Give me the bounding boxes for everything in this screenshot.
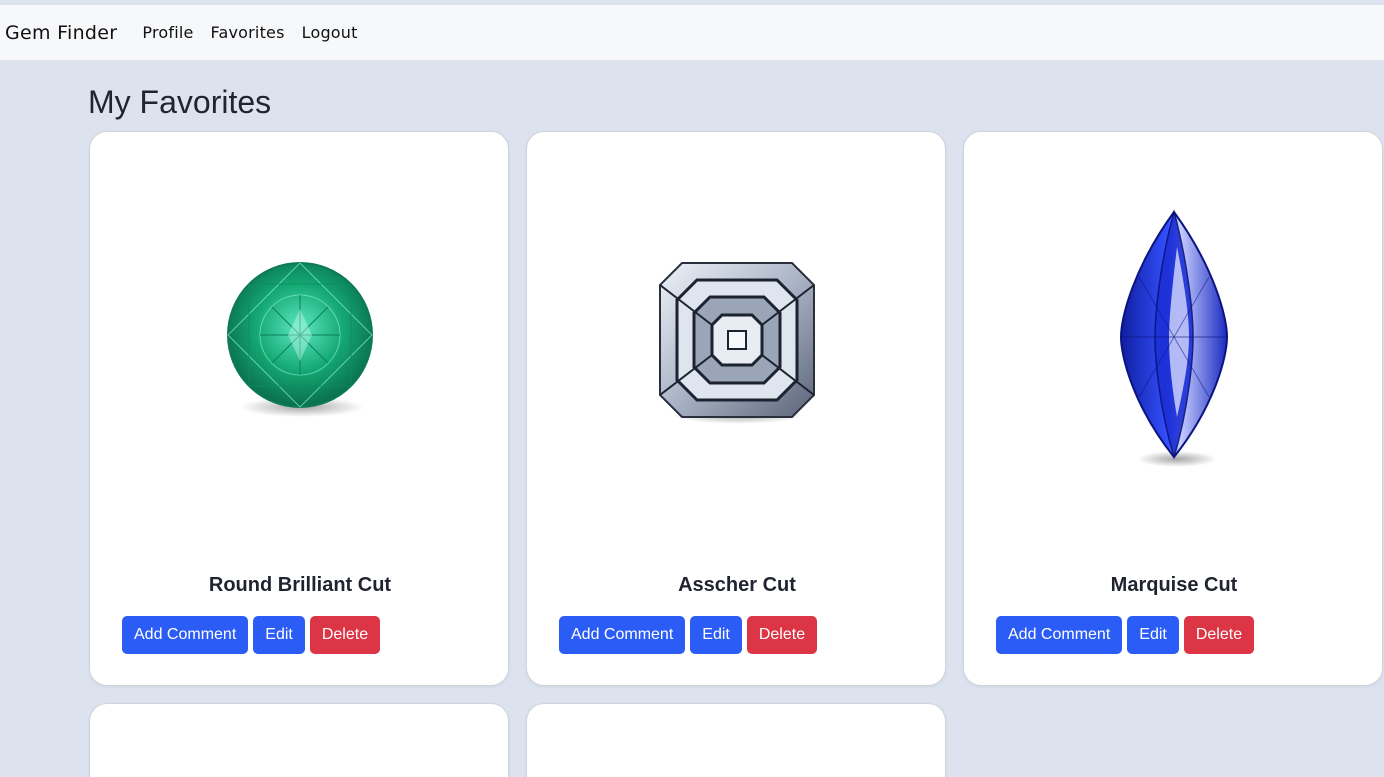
card-actions: Add Comment Edit Delete bbox=[559, 616, 822, 654]
page-title: My Favorites bbox=[88, 84, 272, 120]
gem-image bbox=[527, 132, 947, 552]
round-gem-icon bbox=[227, 262, 373, 417]
brand-link[interactable]: Gem Finder bbox=[5, 22, 117, 44]
gem-image bbox=[964, 132, 1384, 552]
asscher-gem-icon bbox=[659, 261, 815, 424]
add-comment-button[interactable]: Add Comment bbox=[996, 616, 1123, 654]
card-title: Marquise Cut bbox=[1110, 574, 1238, 596]
add-comment-button[interactable]: Add Comment bbox=[559, 616, 686, 654]
card-title: Asscher Cut bbox=[678, 574, 796, 596]
edit-button[interactable]: Edit bbox=[253, 616, 305, 654]
edit-button[interactable]: Edit bbox=[1127, 616, 1179, 654]
card-actions: Add Comment Edit Delete bbox=[996, 616, 1259, 654]
delete-button[interactable]: Delete bbox=[1183, 616, 1255, 654]
add-comment-button[interactable]: Add Comment bbox=[122, 616, 249, 654]
favorite-card-partial bbox=[89, 703, 509, 777]
nav-link-favorites[interactable]: Favorites bbox=[211, 23, 285, 42]
card-actions: Add Comment Edit Delete bbox=[122, 616, 385, 654]
card-title: Round Brilliant Cut bbox=[208, 574, 392, 596]
favorite-card: Round Brilliant Cut Add Comment Edit Del… bbox=[89, 131, 509, 686]
favorite-card-partial bbox=[526, 703, 946, 777]
nav-link-profile[interactable]: Profile bbox=[142, 23, 193, 42]
edit-button[interactable]: Edit bbox=[690, 616, 742, 654]
delete-button[interactable]: Delete bbox=[746, 616, 818, 654]
nav-link-logout[interactable]: Logout bbox=[302, 23, 358, 42]
navbar: Gem Finder Profile Favorites Logout bbox=[0, 5, 1384, 61]
favorite-card: Marquise Cut Add Comment Edit Delete bbox=[963, 131, 1383, 686]
favorite-card: Asscher Cut Add Comment Edit Delete bbox=[526, 131, 946, 686]
delete-button[interactable]: Delete bbox=[309, 616, 381, 654]
gem-image bbox=[90, 132, 510, 552]
marquise-gem-icon bbox=[1119, 209, 1229, 467]
nav-links: Profile Favorites Logout bbox=[142, 23, 374, 42]
